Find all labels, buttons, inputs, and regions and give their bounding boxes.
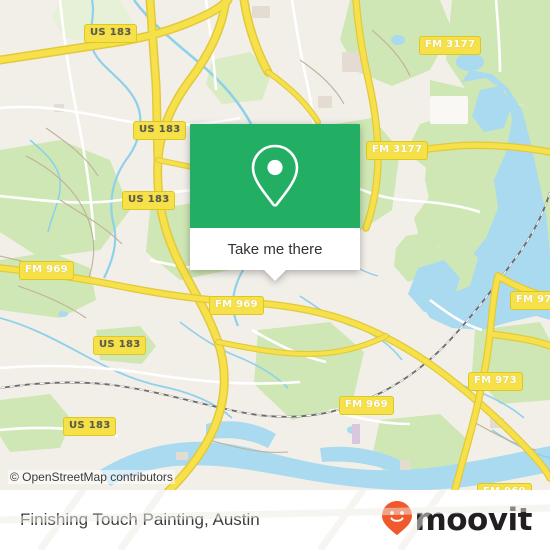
popup-pointer-tail — [264, 270, 286, 281]
road-shield-fm-3177-mid: FM 3177 — [366, 141, 429, 160]
road-shield-us-183-top: US 183 — [84, 24, 138, 43]
road-shield-us-183-lower: US 183 — [93, 336, 147, 355]
road-shield-fm-973-lower: FM 973 — [468, 372, 523, 391]
map-screen: US 183 FM 3177 US 183 FM 3177 US 183 FM … — [0, 0, 550, 550]
road-shield-fm-969-left: FM 969 — [19, 261, 74, 280]
location-pin-icon — [249, 143, 301, 209]
page-title: Finishing Touch Painting, Austin — [20, 510, 260, 529]
moovit-smiley-pin-icon — [381, 500, 413, 541]
footer-bar: Finishing Touch Painting, Austin moovit — [0, 490, 550, 550]
road-shield-fm-969-lower: FM 969 — [339, 396, 394, 415]
take-me-there-button[interactable]: Take me there — [227, 241, 322, 258]
popup-image-panel — [190, 124, 360, 228]
road-shield-fm-973-right: FM 973 — [510, 291, 550, 310]
moovit-wordmark: moovit — [414, 501, 532, 538]
road-shield-fm-969-center: FM 969 — [209, 296, 264, 315]
road-shield-us-183-mid: US 183 — [122, 191, 176, 210]
location-popup-card[interactable]: Take me there — [190, 124, 360, 281]
road-shield-us-183-bottom: US 183 — [63, 417, 117, 436]
popup-action-bar[interactable]: Take me there — [190, 228, 360, 281]
road-shield-us-183-upper-mid: US 183 — [133, 121, 187, 140]
moovit-brand-logo[interactable]: moovit — [381, 500, 532, 541]
map-attribution[interactable]: © OpenStreetMap contributors — [8, 470, 175, 484]
road-shield-fm-3177-top: FM 3177 — [419, 36, 482, 55]
